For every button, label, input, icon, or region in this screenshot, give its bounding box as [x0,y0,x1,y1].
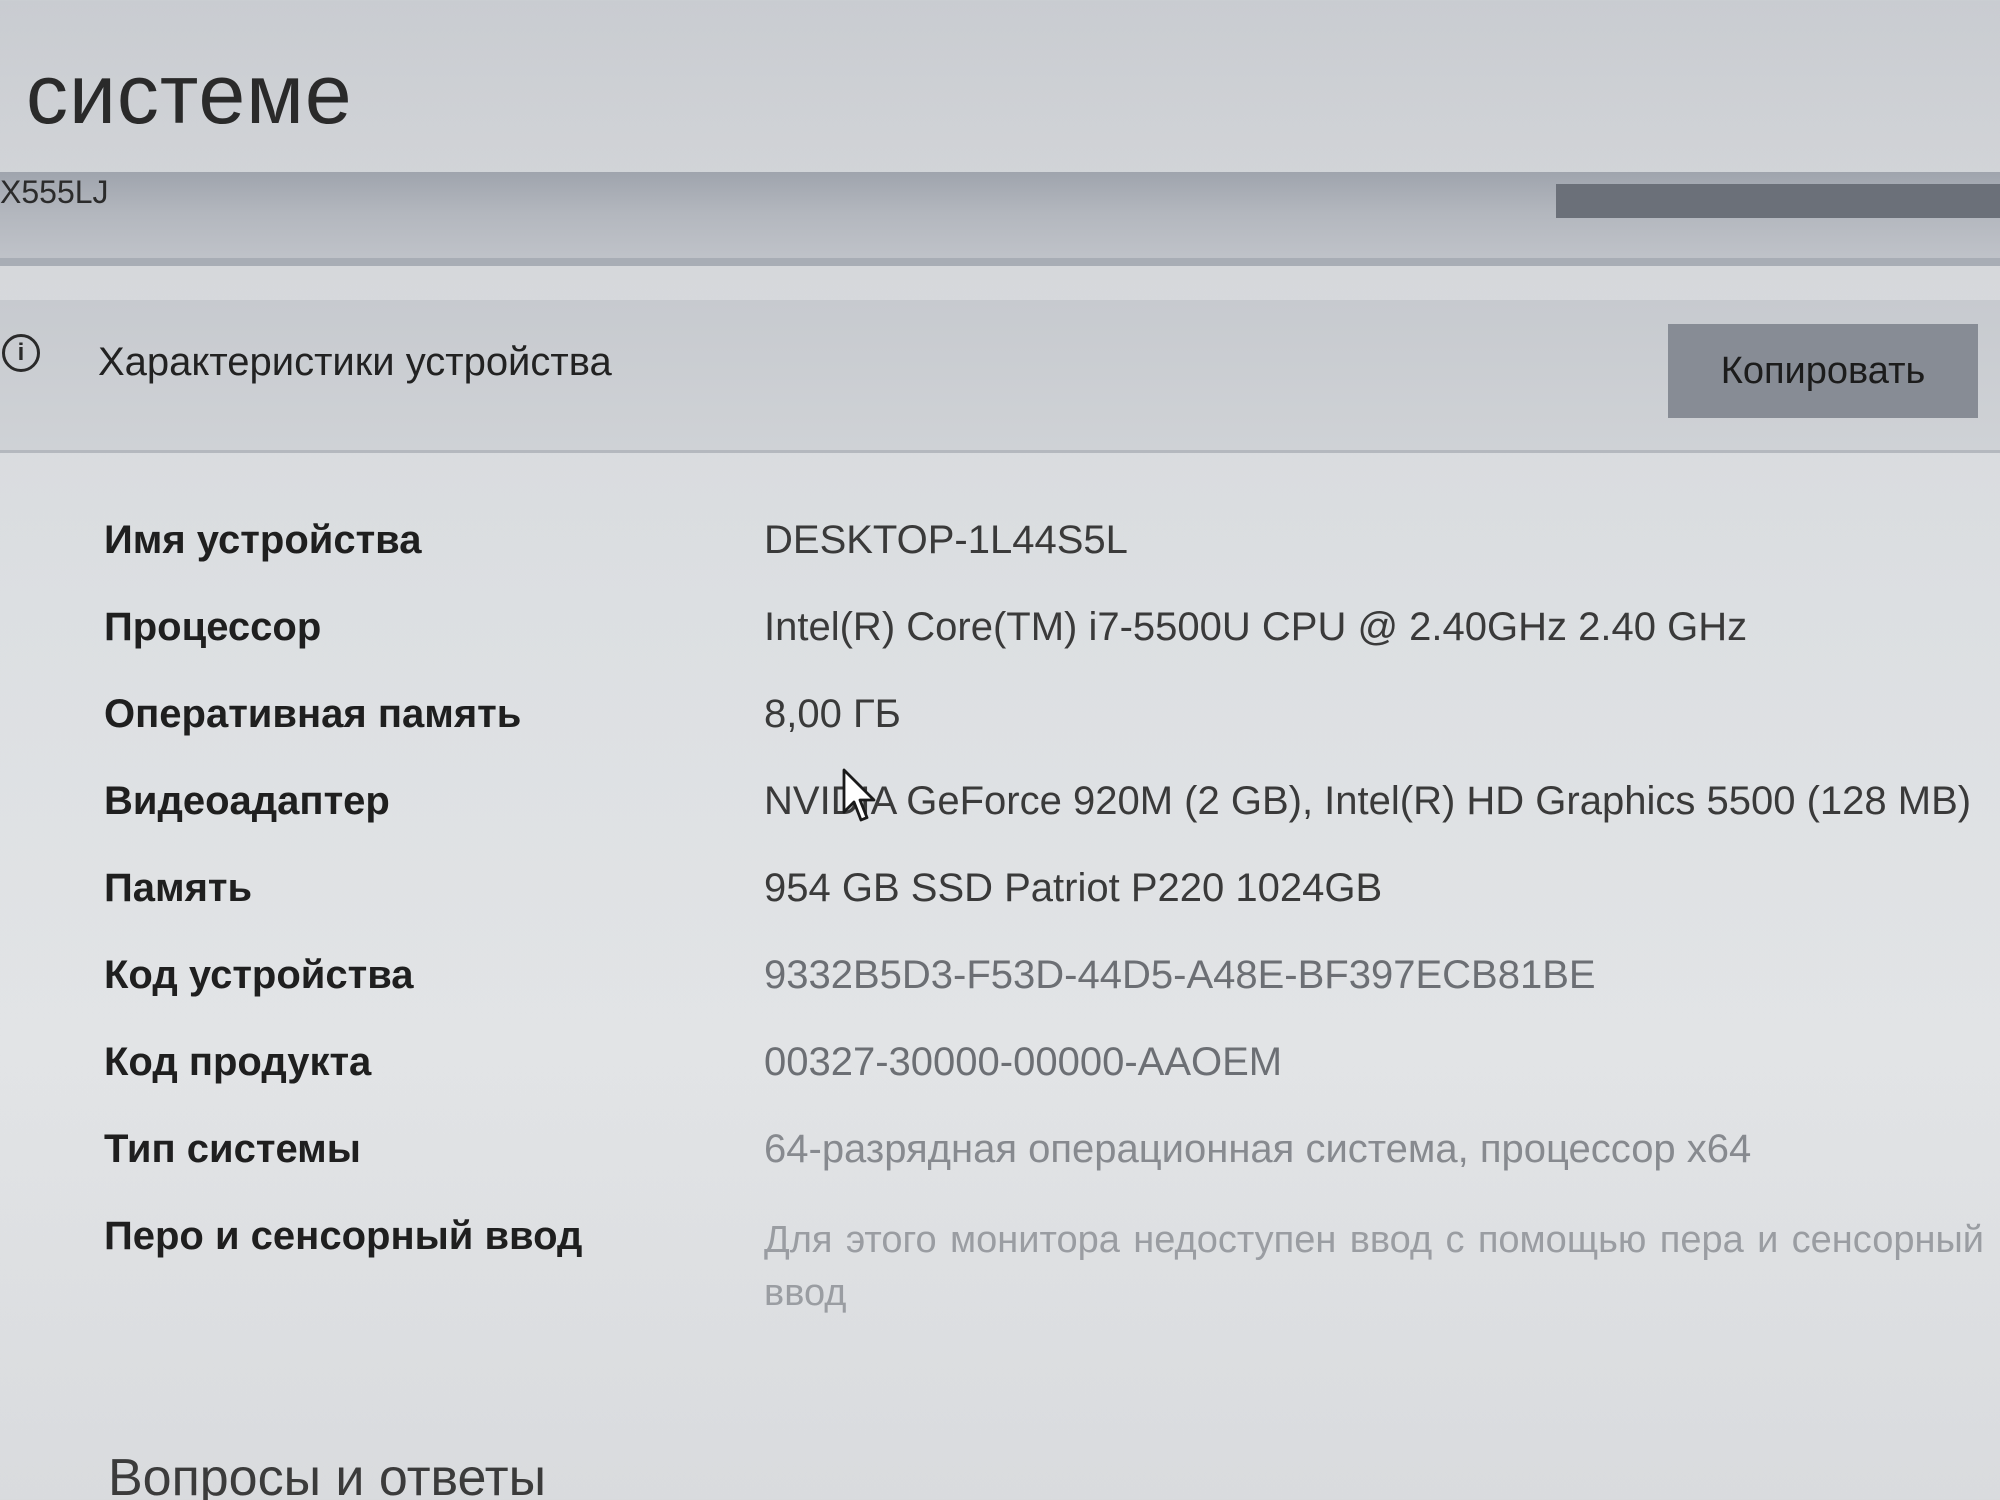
spec-value: NVIDIA GeForce 920M (2 GB), Intel(R) HD … [764,779,1972,823]
device-specs-title: Характеристики устройства [98,340,612,384]
spec-row-ram: Оперативная память 8,00 ГБ [104,692,1984,779]
spec-row-device-name: Имя устройства DESKTOP-1L44S5L [104,518,1984,605]
spec-row-device-id: Код устройства 9332B5D3-F53D-44D5-A48E-B… [104,953,1984,1040]
spec-row-storage: Память 954 GB SSD Patriot P220 1024GB [104,866,1984,953]
spec-label: Тип системы [104,1127,361,1171]
info-icon: i [2,334,40,372]
spec-label: Память [104,866,253,910]
spec-label: Видеоадаптер [104,779,390,823]
spec-label: Перо и сенсорный ввод [104,1214,583,1258]
rename-button-partial[interactable] [1556,184,2000,218]
spec-label: Процессор [104,605,322,649]
spec-value: 954 GB SSD Patriot P220 1024GB [764,866,1383,910]
copy-button[interactable]: Копировать [1668,324,1978,418]
device-specs-table: Имя устройства DESKTOP-1L44S5L Процессор… [104,518,1984,1314]
mouse-pointer-icon [842,768,876,822]
device-model-label: X555LJ [0,174,109,210]
spec-value: Для этого монитора недоступен ввод с пом… [764,1219,1984,1315]
faq-title[interactable]: Вопросы и ответы [108,1448,546,1500]
divider [0,258,2000,266]
spec-row-product-id: Код продукта 00327-30000-00000-AAOEM [104,1040,1984,1127]
spec-label: Код устройства [104,953,414,997]
spec-value: Intel(R) Core(TM) i7-5500U CPU @ 2.40GHz… [764,605,1748,649]
spec-value: DESKTOP-1L44S5L [764,518,1128,562]
spec-row-pen-touch: Перо и сенсорный ввод Для этого монитора… [104,1214,1984,1314]
spec-label: Код продукта [104,1040,372,1084]
spec-row-processor: Процессор Intel(R) Core(TM) i7-5500U CPU… [104,605,1984,692]
spec-row-system-type: Тип системы 64-разрядная операционная си… [104,1127,1984,1214]
spec-value: 00327-30000-00000-AAOEM [764,1040,1283,1084]
page-title: системе [26,47,353,141]
spec-row-video-adapter: Видеоадаптер NVIDIA GeForce 920M (2 GB),… [104,779,1984,866]
spec-label: Оперативная память [104,692,522,736]
spec-value: 8,00 ГБ [764,692,901,736]
spec-label: Имя устройства [104,518,422,562]
spec-value: 9332B5D3-F53D-44D5-A48E-BF397ECB81BE [764,953,1596,997]
spec-value: 64-разрядная операционная система, проце… [764,1127,1752,1171]
